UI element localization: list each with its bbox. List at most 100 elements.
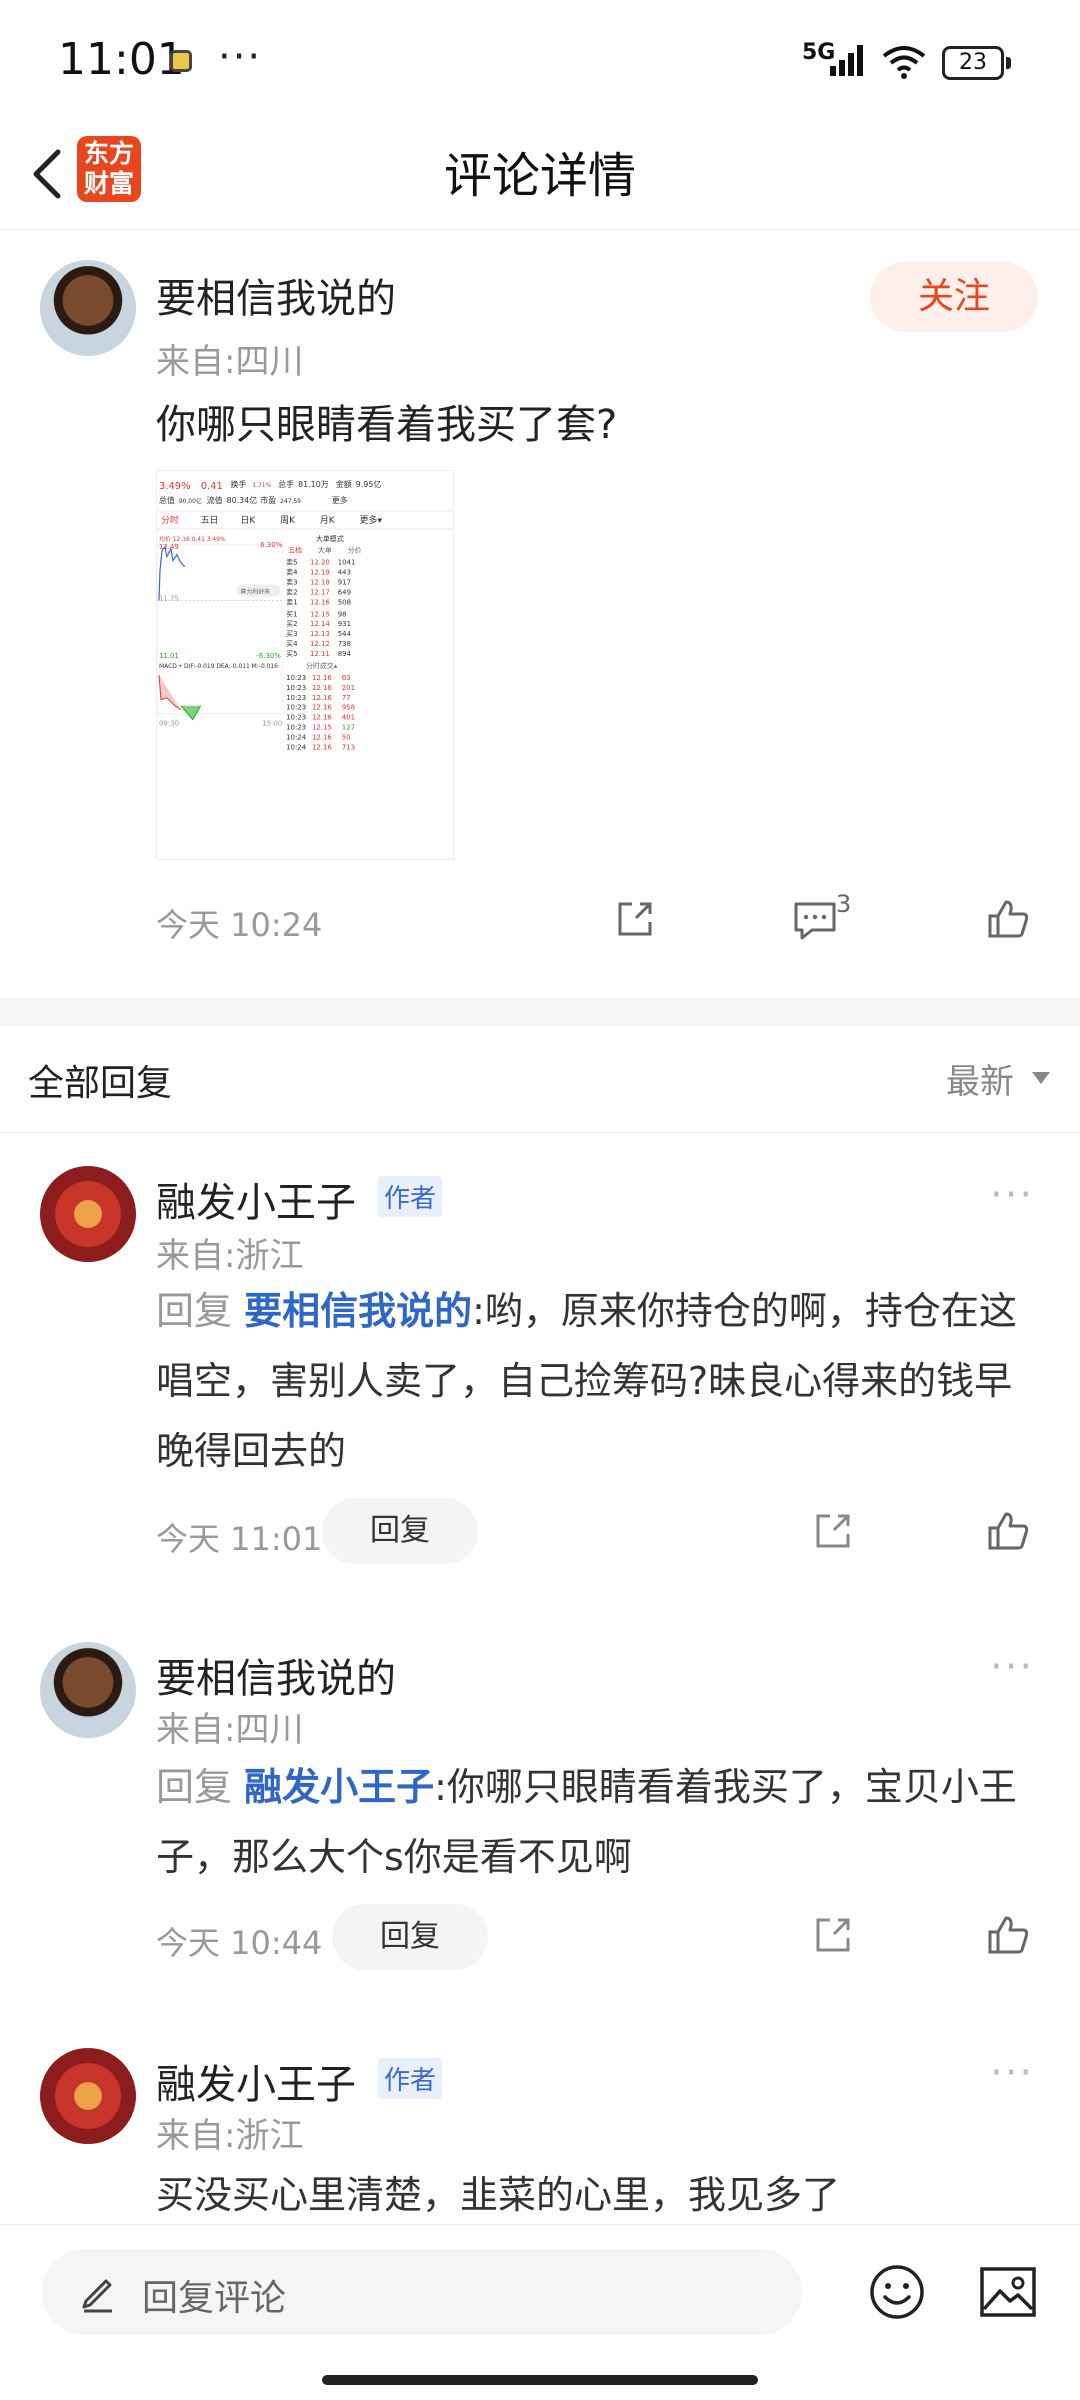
stock-pe: 247.59	[280, 498, 301, 505]
stock-tab: 日K	[240, 515, 256, 526]
signal-icon	[830, 45, 863, 76]
bid-price: 12.12	[310, 640, 330, 648]
reply-time: 今天 11:01	[156, 1520, 323, 1558]
reply-username[interactable]: 融发小王子	[156, 2052, 356, 2110]
bid-volume: 98	[338, 610, 347, 618]
comment-icon[interactable]	[792, 898, 838, 942]
image-icon[interactable]	[978, 2265, 1038, 2319]
pencil-icon	[82, 2279, 112, 2313]
ask-level: 卖2	[286, 588, 297, 596]
reply-location: 来自:浙江	[156, 1236, 304, 1276]
author-badge: 作者	[378, 2058, 443, 2099]
avatar[interactable]	[40, 2048, 136, 2144]
share-icon[interactable]	[810, 1912, 856, 1958]
comment-count: 3	[836, 890, 852, 918]
stock-mid: 11.75	[159, 594, 179, 602]
reply-label: 回复	[156, 1765, 233, 1809]
reply-text: 回复 融发小王子:你哪只眼睛看着我买了，宝贝小王子，那么大个s你是看不见啊	[156, 1752, 1036, 1892]
stock-total-label: 总值	[159, 495, 175, 505]
more-options-icon[interactable]: ···	[990, 2050, 1034, 2096]
stock-total: 90.00亿	[179, 497, 202, 505]
more-notifications-icon: ···	[218, 34, 263, 80]
stock-up-pct: 6.30%	[260, 541, 282, 549]
thumbs-up-icon[interactable]	[986, 896, 1032, 942]
bid-volume: 931	[338, 620, 351, 628]
app-notification-icon	[170, 50, 192, 72]
stock-macd: MACD • DIF:-0.019 DEA:-0.011 M:-0.016	[159, 663, 278, 670]
ask-volume: 443	[338, 569, 351, 577]
bid-level: 买1	[286, 610, 297, 618]
trade-volume: 713	[342, 743, 355, 751]
stock-turnover-label: 换手	[231, 479, 247, 489]
reply-location: 来自:四川	[156, 1710, 304, 1750]
stock-lo: 11.01	[159, 652, 179, 660]
wifi-icon	[882, 46, 926, 79]
bid-price: 12.14	[310, 620, 330, 628]
ask-price: 12.16	[310, 598, 330, 606]
trade-price: 12.16	[312, 743, 332, 751]
reply-input[interactable]: 回复评论	[42, 2249, 802, 2335]
stock-hi: 12.49	[159, 543, 179, 551]
post-text: 你哪只眼睛看着我买了套?	[156, 402, 618, 448]
trade-time: 10:23	[286, 684, 306, 692]
stock-t-start: 09:30	[159, 720, 179, 728]
post-username[interactable]: 要相信我说的	[156, 266, 396, 324]
avatar[interactable]	[40, 1166, 136, 1262]
stock-amt: 9.95亿	[356, 479, 382, 489]
trade-volume: 201	[342, 684, 355, 692]
sort-dropdown[interactable]: 最新	[946, 1054, 1014, 1103]
battery-icon: 23	[942, 46, 1011, 80]
more-options-icon[interactable]: ···	[990, 1644, 1034, 1690]
thumbs-up-icon[interactable]	[986, 1508, 1032, 1554]
stock-tabs: 分时 五日 日K 周K 月K 更多▾	[161, 514, 383, 526]
status-bar: 11:01 ··· 5G 23	[0, 0, 1080, 118]
reply-username[interactable]: 融发小王子	[156, 1170, 356, 1228]
home-indicator[interactable]	[322, 2375, 758, 2385]
stock-dn-pct: -6.30%	[256, 652, 281, 660]
stock-chart-image[interactable]: 3.49% 0.41 换手 1.71% 总手 81.10万 金额 9.95亿 总…	[156, 470, 454, 860]
stock-big-order: 大单模式	[316, 534, 344, 543]
trade-time: 10:23	[286, 724, 306, 732]
bid-level: 买2	[286, 620, 297, 628]
stock-chg: 0.41	[201, 481, 223, 492]
reply-button[interactable]: 回复	[322, 1498, 478, 1564]
reply-mention[interactable]: 要相信我说的	[244, 1289, 472, 1333]
stock-tab: 分时	[161, 514, 179, 526]
stock-tab: 更多▾	[360, 514, 383, 526]
thumbs-up-icon[interactable]	[986, 1912, 1032, 1958]
divider-line	[0, 1132, 1080, 1133]
reply-mention[interactable]: 融发小王子	[244, 1765, 434, 1809]
orderbook-header: 分价	[348, 546, 362, 555]
trade-time: 10:24	[286, 733, 307, 741]
avatar[interactable]	[40, 260, 136, 356]
bid-price: 12.15	[310, 610, 330, 618]
avatar[interactable]	[40, 1642, 136, 1738]
reply-username[interactable]: 要相信我说的	[156, 1646, 396, 1704]
trades-header: 分时成交▴	[306, 661, 338, 670]
bid-volume: 894	[338, 650, 352, 658]
post-time: 今天 10:24	[156, 906, 323, 944]
stock-pe-label: 市盈	[260, 495, 276, 505]
ask-level: 卖5	[286, 559, 297, 567]
share-icon[interactable]	[810, 1508, 856, 1554]
post-location: 来自:四川	[156, 342, 304, 382]
top-nav: 东方 财富 评论详情	[0, 118, 1080, 230]
ask-price: 12.19	[310, 569, 330, 577]
trade-volume: 63	[342, 674, 351, 682]
reply-content: 买没买心里清楚，韭菜的心里，我见多了	[156, 2173, 841, 2217]
more-options-icon[interactable]: ···	[990, 1172, 1034, 1218]
share-icon[interactable]	[612, 896, 658, 942]
trade-price: 12.16	[312, 714, 332, 722]
stock-float-label: 流值	[207, 495, 223, 505]
ask-price: 12.18	[310, 579, 330, 587]
bid-price: 12.11	[310, 650, 330, 658]
emoji-icon[interactable]	[868, 2263, 926, 2321]
bid-level: 买5	[286, 650, 297, 658]
follow-button[interactable]: 关注	[870, 262, 1038, 332]
reply-button[interactable]: 回复	[332, 1904, 488, 1970]
stock-tab: 月K	[320, 515, 336, 526]
caret-down-icon[interactable]	[1032, 1072, 1050, 1084]
trade-time: 10:24	[286, 743, 307, 751]
stock-tab: 五日	[201, 515, 219, 526]
ask-level: 卖1	[286, 598, 297, 606]
